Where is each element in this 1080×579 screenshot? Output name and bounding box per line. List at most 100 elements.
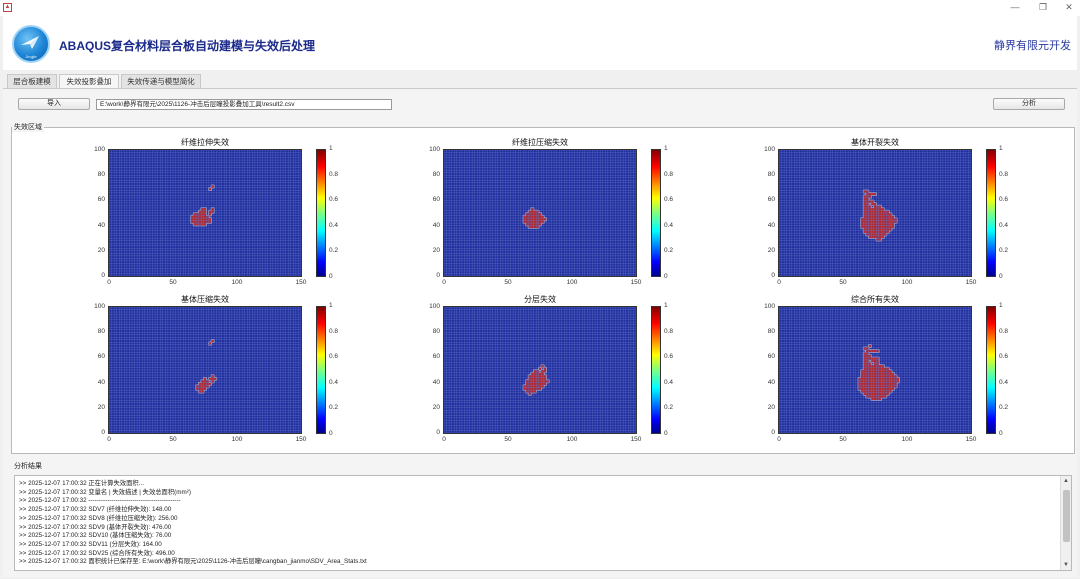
colorbar-tick-label: 0 (999, 430, 1003, 437)
damage-cell (886, 367, 890, 370)
minimize-button[interactable]: — (1004, 0, 1026, 16)
damage-cell (863, 390, 867, 393)
damage-cell (201, 390, 204, 393)
damage-cell (873, 202, 877, 206)
heatmap-axes[interactable] (778, 149, 972, 277)
scroll-thumb[interactable] (1063, 490, 1070, 542)
colorbar-tick-label: 0.2 (329, 247, 339, 255)
damage-cell (891, 385, 895, 388)
damage-cell (863, 357, 867, 360)
damage-cell (876, 230, 879, 234)
close-button[interactable]: ✕ (1058, 0, 1080, 16)
scroll-up-icon[interactable]: ▲ (1061, 476, 1071, 486)
damage-cell (863, 215, 867, 219)
damage-cell (536, 370, 539, 373)
damage-cell (876, 397, 879, 401)
damage-cell (876, 238, 879, 241)
heatmap-axes[interactable] (778, 306, 972, 434)
damage-cell (538, 375, 542, 378)
damage-cell (866, 364, 869, 368)
damage-cell (886, 380, 890, 383)
heatmap-axes[interactable] (443, 306, 637, 434)
colorbar-tick-label: 1 (329, 302, 333, 309)
damage-cell (863, 382, 867, 386)
damage-cell (193, 213, 197, 216)
damage-cell (201, 215, 204, 219)
damage-cell (206, 380, 209, 383)
damage-cell (871, 367, 874, 370)
colorbar-tick-label: 0.8 (999, 327, 1009, 335)
damage-cell (886, 220, 890, 224)
damage-cell (860, 218, 864, 221)
damage-cell (863, 392, 867, 396)
damage-cell (193, 223, 197, 226)
damage-cell (866, 387, 869, 391)
damage-cell (894, 382, 897, 386)
damage-cell (873, 392, 877, 396)
damage-cell (873, 228, 877, 231)
damage-cell (876, 395, 879, 398)
tab-failure-transfer[interactable]: 失效传递与模型简化 (121, 74, 201, 88)
damage-cell (533, 390, 537, 393)
damage-cell (541, 380, 544, 383)
colorbar (651, 149, 661, 277)
heatmap-grid (444, 150, 636, 276)
damage-cell (211, 207, 214, 211)
damage-cell (523, 385, 526, 388)
damage-cell (536, 223, 539, 226)
damage-cell (528, 213, 532, 216)
log-line: >> 2025-12-07 17:00:32 SDV10 (基体压缩失效): 7… (19, 532, 172, 540)
damage-cell (894, 375, 897, 378)
damage-cell (866, 197, 869, 201)
log-lines: >> 2025-12-07 17:00:32 正在计算失效面积... >> 202… (15, 476, 1071, 567)
damage-cell (873, 395, 877, 398)
damage-cell (543, 377, 547, 381)
damage-cell (894, 218, 897, 221)
damage-cell (876, 362, 879, 365)
damage-cell (193, 218, 197, 221)
log-scrollbar[interactable]: ▲ ▼ (1060, 476, 1071, 570)
file-path-input[interactable]: E:\work\静界有限元\2025\1126-冲击后层瞳投影叠加工具\resu… (96, 99, 392, 110)
damage-cell (201, 380, 204, 383)
colorbar-tick-label: 1 (329, 145, 333, 152)
app-window-icon[interactable]: ▲ (3, 3, 12, 12)
maximize-button[interactable]: ❐ (1032, 0, 1054, 16)
colorbar (651, 306, 661, 434)
analyze-button[interactable]: 分析 (993, 98, 1065, 110)
damage-cell (883, 233, 887, 236)
damage-cell (531, 375, 534, 378)
colorbar-tick-label: 0.4 (664, 221, 674, 229)
damage-cell (881, 235, 884, 239)
heatmap-axes[interactable] (443, 149, 637, 277)
colorbar-tick-label: 0 (999, 273, 1003, 280)
damage-cell (883, 382, 887, 386)
damage-cell (873, 377, 877, 381)
damage-cell (523, 218, 526, 221)
damage-cell (876, 215, 879, 219)
damage-cell (873, 362, 877, 365)
damage-cell (878, 210, 882, 213)
x-tick-label: 50 (839, 279, 847, 286)
damage-cell (528, 210, 532, 213)
damage-cell (886, 387, 890, 391)
damage-cell (198, 382, 202, 386)
tab-laminate-modeling[interactable]: 层合板建模 (7, 74, 57, 88)
damage-cell (878, 364, 882, 368)
damage-cell (876, 382, 879, 386)
tab-failure-projection[interactable]: 失效投影叠加 (59, 74, 119, 89)
import-button[interactable]: 导入 (18, 98, 90, 110)
damage-cell (883, 218, 887, 221)
x-tick-label: 0 (107, 436, 111, 443)
damage-cell (528, 387, 532, 391)
heatmap-axes[interactable] (108, 149, 302, 277)
heatmap-axes[interactable] (108, 306, 302, 434)
scroll-down-icon[interactable]: ▼ (1061, 560, 1071, 570)
analysis-log[interactable]: >> 2025-12-07 17:00:32 正在计算失效面积... >> 202… (14, 475, 1072, 571)
damage-cell (894, 377, 897, 381)
damage-cell (871, 207, 874, 211)
y-tick-label: 100 (764, 303, 775, 310)
damage-cell (873, 220, 877, 224)
plot-title: 综合所有失效 (851, 295, 899, 304)
colorbar-tick-label: 0.4 (999, 378, 1009, 386)
damage-cell (203, 210, 207, 213)
